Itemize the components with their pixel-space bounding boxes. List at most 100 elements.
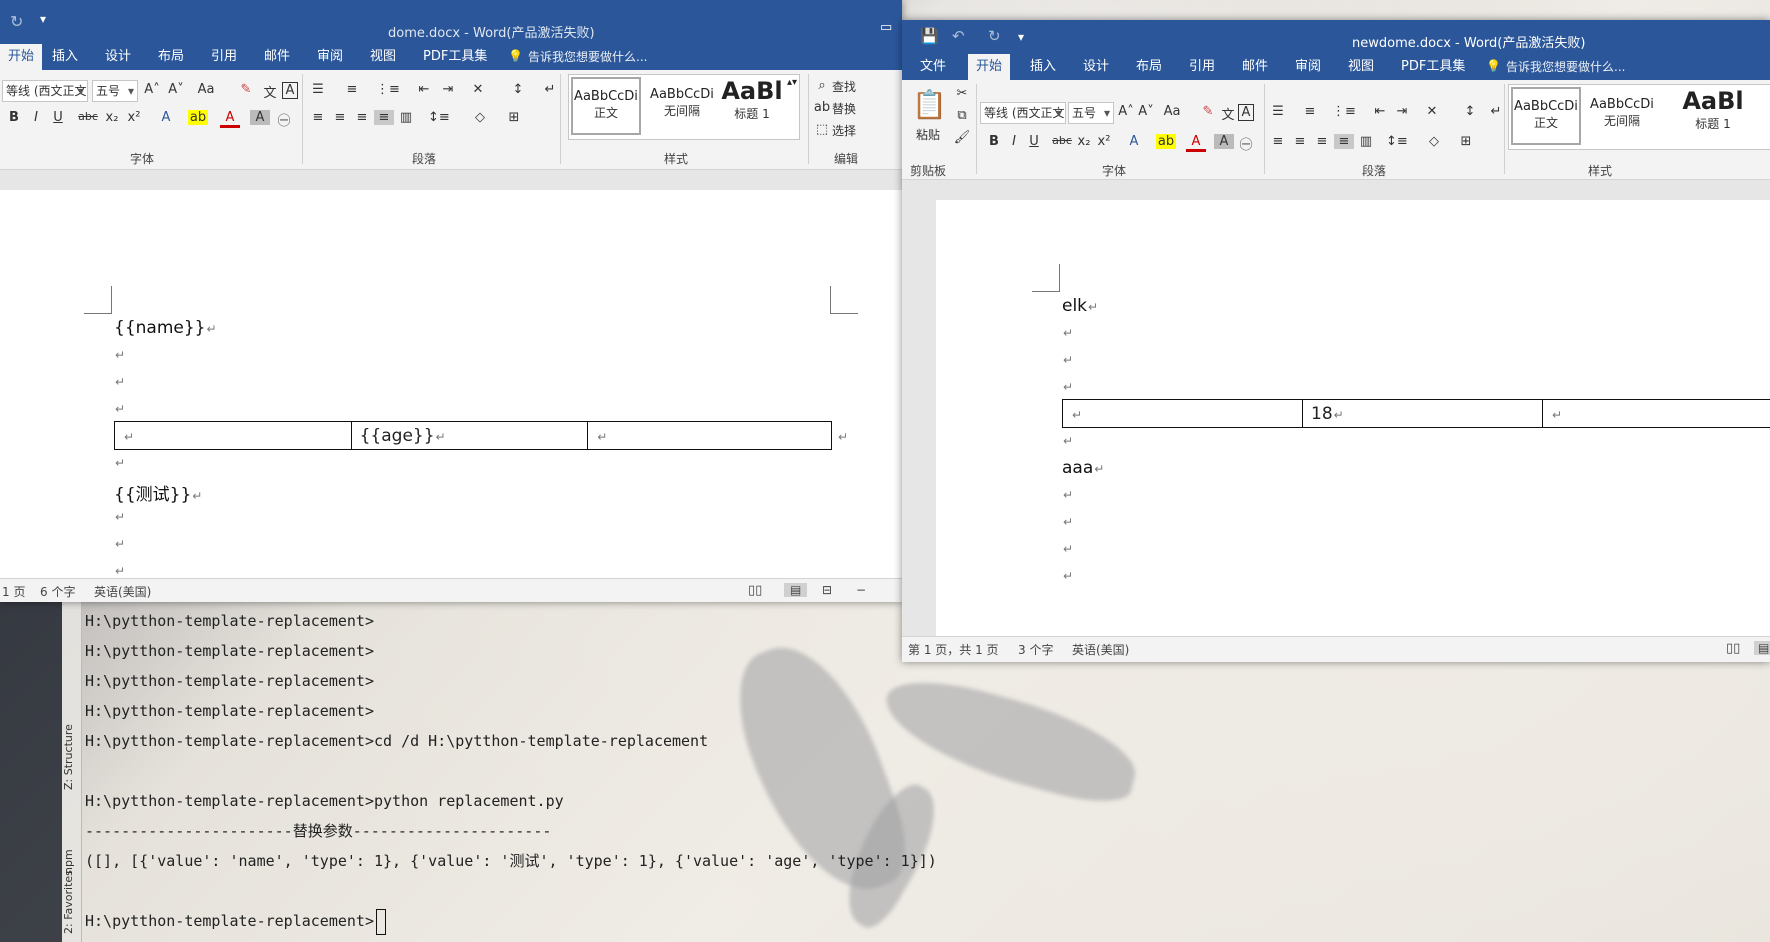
font-size-combo[interactable]: 五号 <box>1068 102 1114 124</box>
tab-insert[interactable]: 插入 <box>1022 54 1064 80</box>
style-heading-1[interactable]: AaBl 标题 1 <box>1663 87 1763 145</box>
redo-icon[interactable]: ↻ <box>10 12 23 31</box>
italic-icon[interactable]: I <box>26 110 46 125</box>
char-shading-icon[interactable]: A <box>250 110 270 125</box>
tab-design[interactable]: 设计 <box>1075 54 1117 80</box>
superscript-icon[interactable]: x² <box>1094 134 1114 149</box>
tab-mailings[interactable]: 邮件 <box>1234 54 1276 80</box>
multilevel-list-icon[interactable]: ⋮≡ <box>1332 104 1356 119</box>
document-table[interactable]: ↵ {{age}}↵ ↵ <box>114 421 832 450</box>
cut-icon[interactable]: ✂ <box>952 86 972 101</box>
tell-me-box[interactable]: 告诉我您想要做什么... <box>520 44 655 70</box>
word-count[interactable]: 3 个字 <box>1018 641 1053 658</box>
change-case-icon[interactable]: Aa <box>1162 104 1182 119</box>
show-marks-icon[interactable]: ↵ <box>1486 104 1506 119</box>
table-cell[interactable]: ↵ <box>1542 399 1770 428</box>
page-count[interactable]: 第 1 页，共 1 页 <box>908 641 999 658</box>
distribute-icon[interactable]: ▥ <box>1356 134 1376 149</box>
title-bar[interactable]: 💾 ↶ ↻ ▾ newdome.docx - Word(产品激活失败) <box>902 20 1770 54</box>
tab-pdf-tools[interactable]: PDF工具集 <box>1393 54 1473 80</box>
show-marks-icon[interactable]: ↵ <box>540 82 560 97</box>
tell-me-box[interactable]: 告诉我您想要做什么... <box>1498 54 1633 80</box>
tab-review[interactable]: 审阅 <box>1287 54 1329 80</box>
tab-pdf-tools[interactable]: PDF工具集 <box>415 44 495 70</box>
align-center-icon[interactable]: ≡ <box>330 110 350 125</box>
increase-indent-icon[interactable]: ⇥ <box>438 82 458 97</box>
title-bar[interactable]: ↻ ▾ dome.docx - Word(产品激活失败) ▭ <box>0 0 902 44</box>
align-right-icon[interactable]: ≡ <box>1312 134 1332 149</box>
tab-view[interactable]: 视图 <box>1340 54 1382 80</box>
bold-icon[interactable]: B <box>984 134 1004 149</box>
change-case-icon[interactable]: Aa <box>196 82 216 97</box>
placeholder-test[interactable]: {{测试}}↵ <box>114 480 202 505</box>
justify-icon[interactable]: ≡ <box>374 110 394 125</box>
tab-layout[interactable]: 布局 <box>150 44 192 70</box>
tab-file[interactable]: 文件 <box>912 54 954 80</box>
shading-icon[interactable]: ◇ <box>470 110 490 125</box>
font-color-icon[interactable]: A <box>220 110 240 128</box>
style-no-spacing[interactable]: AaBbCcDi 无间隔 <box>1587 87 1657 145</box>
print-layout-icon[interactable]: ▤ <box>784 583 808 597</box>
tab-home[interactable]: 开始 <box>968 54 1011 80</box>
clear-format-icon[interactable]: ✎ <box>1198 104 1218 119</box>
bullets-icon[interactable]: ☰ <box>1268 104 1288 119</box>
style-normal[interactable]: AaBbCcDi 正文 <box>571 77 641 135</box>
language-indicator[interactable]: 英语(美国) <box>94 583 151 600</box>
word-count[interactable]: 6 个字 <box>40 583 75 600</box>
filled-name[interactable]: elk↵ <box>1062 296 1098 316</box>
numbering-icon[interactable]: ≡ <box>342 82 362 97</box>
read-mode-icon[interactable]: ▯▯ <box>1726 641 1740 656</box>
multilevel-list-icon[interactable]: ⋮≡ <box>376 82 400 97</box>
undo-icon[interactable]: ↶ <box>952 27 965 45</box>
find-button[interactable]: 查找 <box>832 78 856 95</box>
italic-icon[interactable]: I <box>1004 134 1024 149</box>
shrink-font-icon[interactable]: A˅ <box>1136 104 1156 119</box>
tab-favorites[interactable]: 2: Favorites <box>62 862 82 942</box>
document-table[interactable]: ↵ 18↵ ↵ <box>1062 399 1770 428</box>
sort-icon[interactable]: ↕ <box>508 82 528 97</box>
ribbon-display-icon[interactable]: ▭ <box>880 20 892 35</box>
tab-references[interactable]: 引用 <box>203 44 245 70</box>
font-color-icon[interactable]: A <box>1186 134 1206 152</box>
terminal-prompt-line[interactable]: H:\pytthon-template-replacement> <box>85 906 937 936</box>
borders-icon[interactable]: ⊞ <box>504 110 524 125</box>
phonetic-guide-icon[interactable]: 文 <box>260 82 280 101</box>
table-cell-age[interactable]: 18↵ <box>1302 399 1543 428</box>
shading-icon[interactable]: ◇ <box>1424 134 1444 149</box>
font-name-combo[interactable]: 等线 (西文正文) <box>980 102 1066 124</box>
replace-button[interactable]: 替换 <box>832 100 856 117</box>
terminal-output[interactable]: H:\pytthon-template-replacement> H:\pytt… <box>85 606 937 936</box>
tab-review[interactable]: 审阅 <box>309 44 351 70</box>
strikethrough-icon[interactable]: abc <box>1052 134 1072 147</box>
sort-icon[interactable]: ↕ <box>1460 104 1480 119</box>
grow-font-icon[interactable]: A˄ <box>1116 104 1136 119</box>
tab-home[interactable]: 开始 <box>0 44 43 70</box>
tab-mailings[interactable]: 邮件 <box>256 44 298 70</box>
line-spacing-icon[interactable]: ↕≡ <box>428 110 450 125</box>
font-name-combo[interactable]: 等线 (西文正文) <box>2 80 88 102</box>
justify-icon[interactable]: ≡ <box>1334 134 1354 149</box>
enclose-char-icon[interactable]: ㊀ <box>274 110 294 129</box>
style-heading-1[interactable]: AaBl 标题 1 <box>721 77 783 135</box>
word-window-newdome[interactable]: 💾 ↶ ↻ ▾ newdome.docx - Word(产品激活失败) 文件 开… <box>902 20 1770 662</box>
superscript-icon[interactable]: x² <box>124 110 144 125</box>
style-no-spacing[interactable]: AaBbCcDi 无间隔 <box>647 77 717 135</box>
document-page[interactable]: elk↵ ↵ ↵ ↵ ↵ 18↵ ↵ ↵ aaa↵ ↵ ↵ ↵ ↵ <box>936 200 1770 636</box>
document-page[interactable]: {{name}}↵ ↵ ↵ ↵ ↵ {{age}}↵ ↵ ↵ ↵ {{测试}}↵… <box>0 190 902 578</box>
tab-design[interactable]: 设计 <box>97 44 139 70</box>
subscript-icon[interactable]: x₂ <box>102 110 122 125</box>
align-left-icon[interactable]: ≡ <box>1268 134 1288 149</box>
table-cell-age[interactable]: {{age}}↵ <box>350 421 589 450</box>
phonetic-guide-icon[interactable]: 文 <box>1218 104 1238 123</box>
placeholder-name[interactable]: {{name}}↵ <box>114 318 217 338</box>
format-painter-icon[interactable]: 🖌 <box>952 130 972 145</box>
tab-layout[interactable]: 布局 <box>1128 54 1170 80</box>
tab-view[interactable]: 视图 <box>362 44 404 70</box>
redo-icon[interactable]: ↻ <box>988 27 1001 45</box>
grow-font-icon[interactable]: A˄ <box>142 82 162 97</box>
bullets-icon[interactable]: ☰ <box>308 82 328 97</box>
align-left-icon[interactable]: ≡ <box>308 110 328 125</box>
tab-structure[interactable]: Z: Structure <box>62 702 82 812</box>
highlight-icon[interactable]: ab <box>188 110 208 125</box>
bold-icon[interactable]: B <box>4 110 24 125</box>
